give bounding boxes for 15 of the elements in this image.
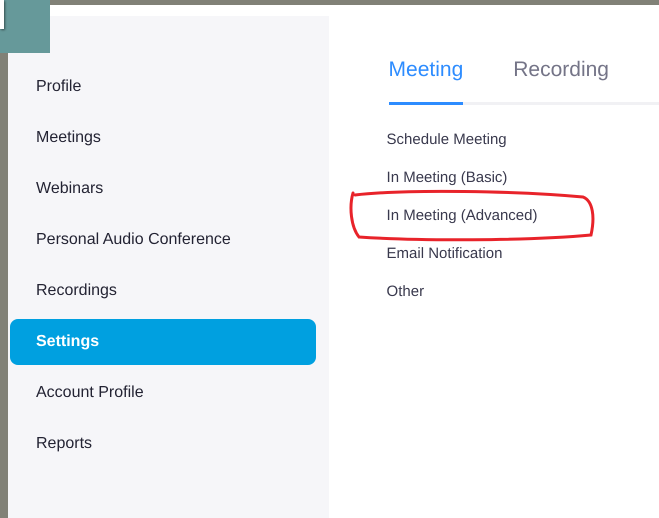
sidebar-item[interactable]: Account Profile xyxy=(10,370,316,416)
sidebar-item[interactable]: Profile xyxy=(10,64,316,110)
sidebar-item[interactable]: Webinars xyxy=(10,166,316,212)
settings-section-link[interactable]: In Meeting (Basic) xyxy=(386,169,508,186)
settings-section-link[interactable]: Schedule Meeting xyxy=(386,131,507,148)
window-edge xyxy=(0,0,4,29)
settings-section-link[interactable]: Other xyxy=(386,283,424,300)
corner-tile xyxy=(0,0,50,53)
sidebar-item[interactable]: Recordings xyxy=(10,268,316,314)
sidebar-item[interactable]: Meetings xyxy=(10,115,316,161)
sidebar-item[interactable]: Personal Audio Conference xyxy=(10,217,316,263)
tab[interactable]: Recording xyxy=(513,54,609,105)
settings-section-link[interactable]: In Meeting (Advanced) xyxy=(386,207,538,224)
sidebar-item[interactable]: Reports xyxy=(10,421,316,467)
settings-section-link[interactable]: Email Notification xyxy=(386,245,502,262)
